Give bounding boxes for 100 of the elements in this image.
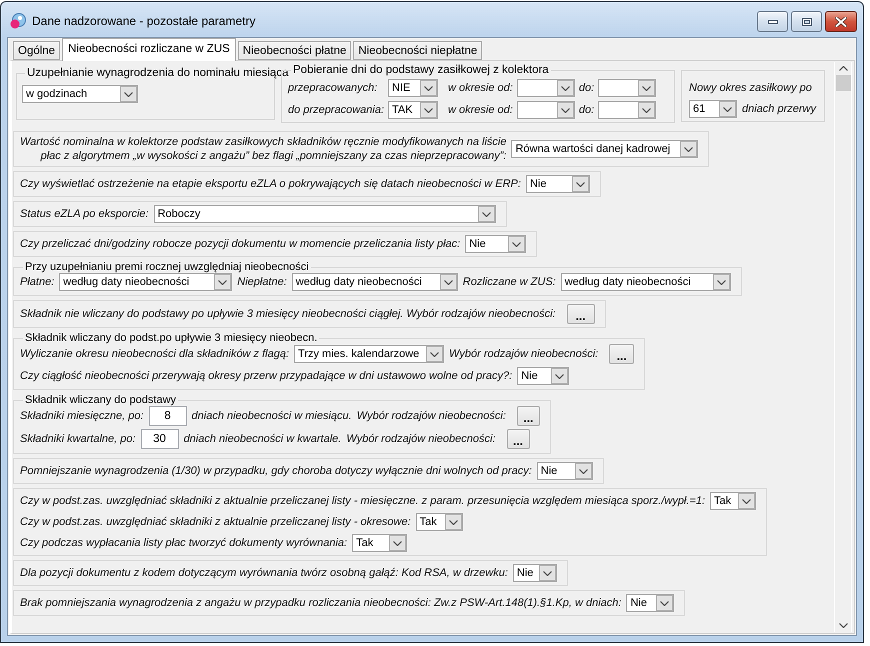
dropdown[interactable]: Tak (352, 534, 408, 552)
chevron-down-icon (448, 520, 458, 524)
scrollbar[interactable] (834, 62, 852, 632)
field-label: dniach nieobecności w kwartale. (184, 432, 342, 446)
chevron-down-icon (393, 540, 402, 546)
minimize-button[interactable] (757, 11, 788, 32)
field-label: dniach nieobecności w miesiącu. (192, 409, 352, 423)
close-button[interactable] (825, 11, 857, 32)
chevron-down-icon (555, 374, 564, 378)
field-label: Płatne: (20, 275, 54, 289)
chevron-down-icon (512, 242, 522, 246)
field-label: do: (578, 81, 594, 95)
dropdown[interactable]: Nie (517, 367, 570, 385)
app-icon (10, 12, 26, 28)
dropdown[interactable] (598, 79, 656, 97)
chevron-down-icon (578, 468, 588, 474)
dropdown[interactable]: Nie (626, 594, 674, 612)
chevron-down-icon (482, 212, 491, 216)
field-label: Składnik nie wliczany do podstawy po upływie 3 miesięcy nieobecności ciągłej. Wybór rodzajów nieobecności: (20, 307, 556, 321)
close-icon (835, 16, 847, 26)
field-label: Czy w podst.zas. uwzględniać składniki z aktualnie przeliczanej listy - okresowe: (20, 515, 411, 529)
tab[interactable]: Nieobecności płatne (238, 41, 352, 60)
group-title: Składnik wliczany do podstawy (24, 394, 178, 406)
dropdown[interactable]: według daty nieobecności (292, 273, 458, 291)
dropdown[interactable]: w godzinach (22, 85, 138, 103)
chevron-up-icon (838, 66, 848, 71)
field-label: Niepłatne: (237, 275, 287, 289)
window-title: Dane nadzorowane - pozostałe parametry (32, 14, 256, 28)
chevron-down-icon (424, 108, 434, 112)
dropdown[interactable] (516, 79, 575, 97)
field-label: Nowy okres zasiłkowy po (689, 81, 813, 95)
dropdown[interactable]: Roboczy (154, 205, 496, 223)
dropdown[interactable] (516, 101, 575, 119)
dropdown[interactable]: Nie (536, 462, 593, 480)
maximize-button[interactable] (791, 11, 822, 32)
chevron-down-icon (723, 106, 732, 112)
field-label: w okresie od: (448, 81, 513, 95)
scrollbar-thumb[interactable] (836, 75, 850, 91)
field-label: Czy ciągłość nieobecności przerywają okresy przerw przypadające w dni ustawowo wolne od pracy?: (20, 369, 512, 383)
chevron-down-icon (430, 352, 440, 356)
ellipsis-button[interactable]: ... (516, 406, 540, 426)
dropdown[interactable]: Tak (710, 492, 756, 510)
dropdown[interactable]: według daty nieobecności (59, 273, 232, 291)
dropdown[interactable]: według daty nieobecności (560, 273, 731, 291)
field-label: Wyliczanie okresu nieobecności dla składników z flagą: (20, 347, 290, 361)
chevron-down-icon (124, 92, 133, 96)
dropdown[interactable]: Trzy mies. kalendarzowe (294, 345, 444, 363)
chevron-down-icon (424, 86, 434, 90)
minimize-icon (768, 20, 778, 24)
field-label: Czy w podst.zas. uwzględniać składniki z aktualnie przeliczanej listy - miesięczne. z param. przesunięcia względem miesiąca sporz./wypł.=1: (20, 494, 706, 508)
chevron-down-icon (684, 146, 694, 152)
chevron-down-icon (642, 86, 652, 90)
dropdown[interactable]: 61 (689, 100, 737, 118)
group-title: Składnik wliczany do podst.po upływie 3 miesięcy nieobecn. (24, 332, 318, 344)
dropdown[interactable]: Nie (465, 235, 526, 253)
dropdown[interactable]: Nie (512, 564, 557, 582)
field-label: przepracowanych: (288, 81, 378, 95)
ellipsis-button[interactable]: ... (506, 429, 530, 449)
chevron-down-icon (642, 108, 652, 112)
field-label: do: (578, 103, 594, 117)
group-title: Pobieranie dni do podstawy zasiłkowej z kolektora (292, 64, 550, 76)
chevron-down-icon (742, 498, 752, 504)
maximize-icon (802, 18, 812, 26)
chevron-down-icon (560, 86, 570, 90)
field-label: Czy podczas wypłacania listy płac tworzyć dokumenty wyrównania: (20, 536, 348, 550)
field-label: Wartość nominalna w kolektorze podstaw zasiłkowych składników ręcznie modyfikowanych na liście płac z algorytmem „w wysokości z angażu” bez flagi „pomniejszany za czas nieprzepracowany”: (20, 135, 506, 163)
field-label: Składniki miesięczne, po: (20, 409, 144, 423)
field-label: Rozliczane w ZUS: (462, 275, 556, 289)
chevron-down-icon (660, 600, 670, 606)
dropdown[interactable]: Nie (526, 175, 590, 193)
tab[interactable]: Nieobecności rozliczane w ZUS (62, 38, 236, 61)
chevron-down-icon (838, 623, 848, 628)
field-label: Czy wyświetlać ostrzeżenie na etapie eksportu eZLA o pokrywających się datach nieobecności w ERP: (20, 177, 521, 191)
field-label: Wybór rodzajów nieobecności: (449, 347, 598, 361)
tab[interactable]: Nieobecności niepłatne (353, 41, 482, 60)
ellipsis-button[interactable]: ... (609, 344, 634, 364)
number-field[interactable]: 8 (148, 406, 187, 426)
field-label: Brak pomniejszania wynagrodzenia z angażu w przypadku rozliczania nieobecności: Zw.z PSW-Art.148(1).§1.Kp, w dniach: (20, 596, 622, 610)
field-label: Status eZLA po eksporcie: (20, 207, 149, 221)
chevron-down-icon (218, 280, 228, 284)
dropdown[interactable]: Równa wartości danej kadrowej (511, 140, 698, 158)
field-label: Składniki kwartalne, po: (20, 432, 136, 446)
field-label: Dla pozycji dokumentu z kodem dotyczącym wyrównania twórz osobną gałąź: Kod RSA, w drzewku: (20, 566, 508, 580)
dropdown[interactable]: TAK (388, 101, 438, 119)
field-label: w okresie od: (448, 103, 513, 117)
dropdown[interactable] (598, 101, 656, 119)
chevron-down-icon (576, 182, 585, 186)
chevron-down-icon (444, 280, 453, 284)
dropdown[interactable]: NIE (388, 79, 438, 97)
chevron-down-icon (560, 108, 570, 112)
ellipsis-button[interactable]: ... (566, 304, 595, 324)
field-label: Wybór rodzajów nieobecności: (356, 409, 506, 423)
tab[interactable]: Ogólne (13, 41, 60, 60)
dropdown[interactable]: Tak (416, 513, 463, 531)
field-label: Czy przeliczać dni/godziny robocze pozycji dokumentu w momencie przeliczania listy płac: (20, 237, 460, 251)
field-label: Pomniejszanie wynagrodzenia (1/30) w przypadku, gdy choroba dotyczy wyłącznie dni wolnych od pracy: (20, 464, 532, 478)
group-title: Uzupełnianie wynagrodzenia do nominału miesiąca (26, 67, 290, 79)
chevron-down-icon (716, 280, 726, 284)
number-field[interactable]: 30 (140, 429, 179, 449)
group-title: Przy uzupełnianiu premi rocznej uwzględniaj nieobecności (24, 261, 310, 273)
